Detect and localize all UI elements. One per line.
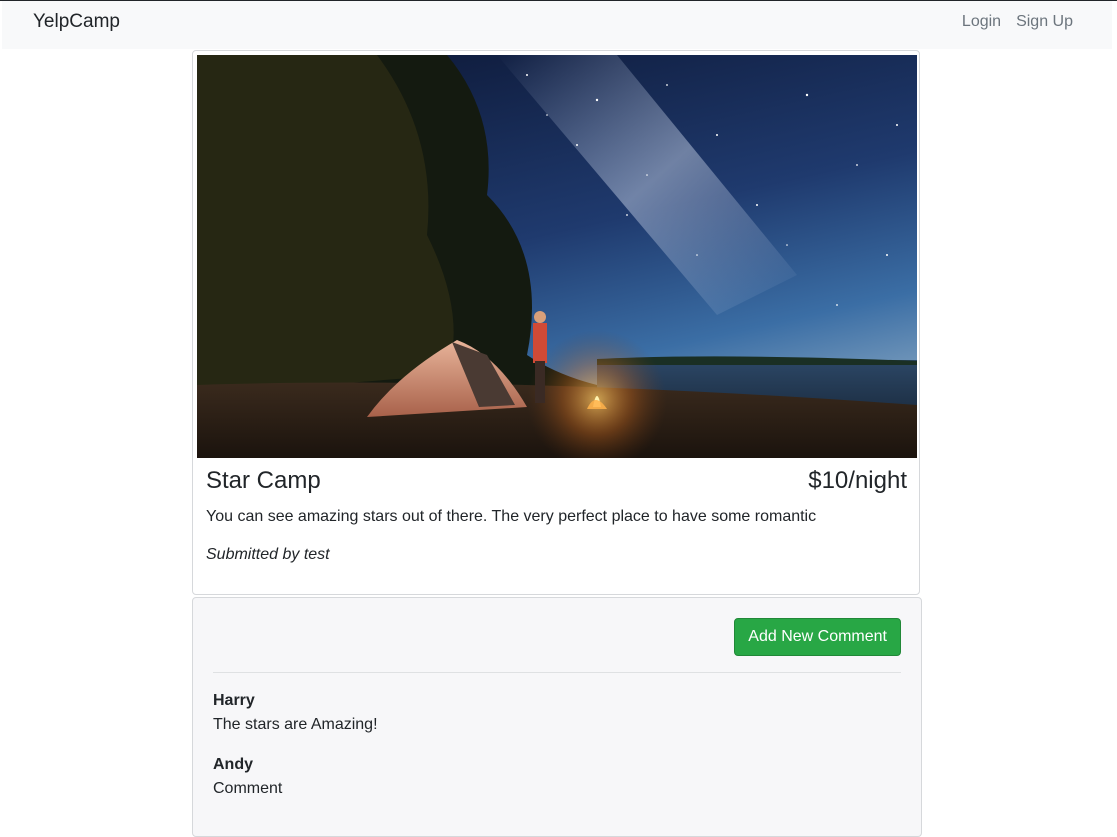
title-row: Star Camp $10/night — [206, 467, 907, 495]
campground-image — [197, 55, 917, 458]
comment-author: Harry — [213, 692, 255, 709]
brand-link[interactable]: YelpCamp — [33, 11, 120, 33]
campground-card: Star Camp $10/night You can see amazing … — [192, 50, 920, 595]
navbar: YelpCamp Login Sign Up — [2, 1, 1112, 49]
campground-caption: Star Camp $10/night You can see amazing … — [206, 467, 907, 564]
comments-well: Add New Comment Harry The stars are Amaz… — [192, 597, 922, 837]
campground-price: $10/night — [808, 467, 907, 494]
comment-author: Andy — [213, 756, 253, 773]
login-link[interactable]: Login — [962, 13, 1001, 31]
comment-text: Comment — [213, 780, 283, 797]
comment-item: Andy Comment — [213, 754, 282, 800]
campground-description: You can see amazing stars out of there. … — [206, 508, 817, 525]
add-new-comment-button[interactable]: Add New Comment — [734, 618, 901, 656]
campground-name: Star Camp — [206, 467, 321, 494]
comments-divider — [213, 672, 901, 673]
comment-text: The stars are Amazing! — [213, 716, 378, 733]
submitted-by: Submitted by test — [206, 546, 330, 563]
signup-link[interactable]: Sign Up — [1016, 13, 1073, 31]
comment-item: Harry The stars are Amazing! — [213, 690, 378, 736]
nav-links: Login Sign Up — [962, 13, 1073, 31]
